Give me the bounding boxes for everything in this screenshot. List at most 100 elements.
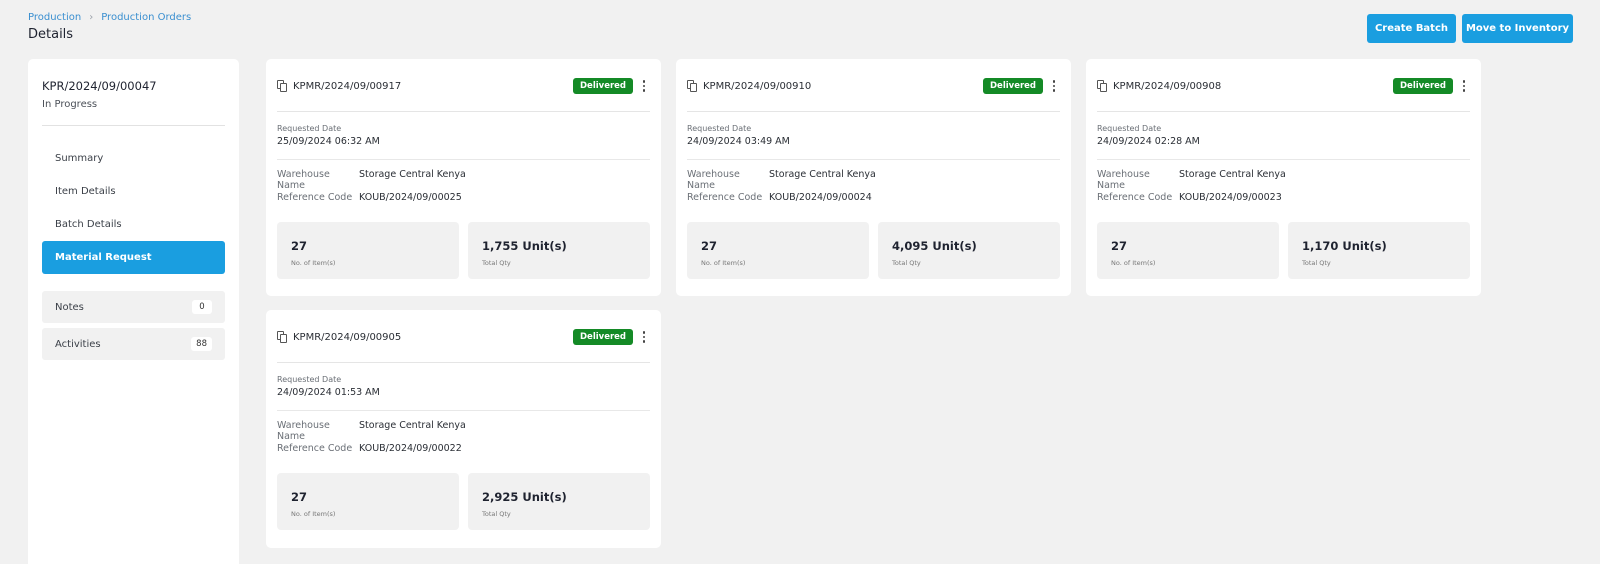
top-actions: Create Batch Move to Inventory [1367,14,1573,43]
breadcrumb: Production › Production Orders [28,12,191,23]
warehouse-value: Storage Central Kenya [1179,169,1286,180]
notes-label: Notes [55,301,84,313]
status-badge: Delivered [983,78,1043,94]
activities-count-badge: 88 [191,337,212,351]
request-code[interactable]: KPMR/2024/09/00908 [1113,81,1221,92]
sidebar-item-notes[interactable]: Notes 0 [42,291,225,323]
items-count-value: 27 [291,239,308,253]
requested-date-value: 24/09/2024 03:49 AM [687,136,790,147]
total-qty-label: Total Qty [892,259,921,267]
material-request-card: KPMR/2024/09/00905 Delivered Requested D… [266,310,661,548]
sidebar-item-summary[interactable]: Summary [42,142,225,175]
notes-count-badge: 0 [192,300,212,314]
reference-value: KOUB/2024/09/00022 [359,443,462,454]
divider [277,159,650,160]
reference-row: Reference Code KOUB/2024/09/00022 [277,443,462,454]
warehouse-row: Warehouse Name Storage Central Kenya [687,169,876,191]
breadcrumb-production[interactable]: Production [28,12,81,23]
items-count-tile: 27 No. of Item(s) [1097,222,1279,279]
divider [1097,111,1470,112]
chevron-right-icon: › [89,12,94,23]
sidebar-item-batch-details[interactable]: Batch Details [42,208,225,241]
items-count-label: No. of Item(s) [1111,259,1156,267]
items-count-tile: 27 No. of Item(s) [277,222,459,279]
warehouse-label: Warehouse Name [1097,169,1150,191]
total-qty-value: 1,170 Unit(s) [1302,239,1387,253]
warehouse-row: Warehouse Name Storage Central Kenya [277,420,466,442]
warehouse-label: Warehouse Name [687,169,740,191]
reference-label: Reference Code [1097,192,1173,203]
reference-label: Reference Code [277,192,353,203]
reference-value: KOUB/2024/09/00024 [769,192,872,203]
sidebar-divider [42,125,225,126]
requested-date-value: 24/09/2024 02:28 AM [1097,136,1200,147]
move-to-inventory-button[interactable]: Move to Inventory [1462,14,1573,43]
requested-date-label: Requested Date [687,124,752,133]
reference-label: Reference Code [277,443,353,454]
warehouse-value: Storage Central Kenya [359,420,466,431]
status-badge: Delivered [573,78,633,94]
request-code[interactable]: KPMR/2024/09/00917 [293,81,401,92]
warehouse-row: Warehouse Name Storage Central Kenya [277,169,466,191]
items-count-label: No. of Item(s) [291,510,336,518]
total-qty-tile: 1,755 Unit(s) Total Qty [468,222,650,279]
sidebar-extra: Notes 0 Activities 88 [42,291,225,360]
reference-row: Reference Code KOUB/2024/09/00023 [1097,192,1282,203]
items-count-tile: 27 No. of Item(s) [277,473,459,530]
sidebar-item-material-request[interactable]: Material Request [42,241,225,274]
material-request-card: KPMR/2024/09/00908 Delivered Requested D… [1086,59,1481,296]
items-count-value: 27 [1111,239,1128,253]
warehouse-label: Warehouse Name [277,420,330,442]
reference-value: KOUB/2024/09/00023 [1179,192,1282,203]
kebab-menu-icon[interactable] [1048,79,1060,93]
total-qty-label: Total Qty [1302,259,1331,267]
total-qty-label: Total Qty [482,510,511,518]
status-badge: Delivered [573,329,633,345]
divider [277,362,650,363]
requested-date-value: 24/09/2024 01:53 AM [277,387,380,398]
total-qty-tile: 2,925 Unit(s) Total Qty [468,473,650,530]
requested-date-label: Requested Date [277,375,342,384]
total-qty-tile: 1,170 Unit(s) Total Qty [1288,222,1470,279]
sidebar: KPR/2024/09/00047 In Progress Summary It… [28,59,239,564]
items-count-label: No. of Item(s) [291,259,336,267]
document-copy-icon [277,80,288,92]
page-title: Details [28,27,74,42]
sidebar-item-activities[interactable]: Activities 88 [42,328,225,360]
material-request-card: KPMR/2024/09/00917 Delivered Requested D… [266,59,661,296]
total-qty-value: 1,755 Unit(s) [482,239,567,253]
requested-date-label: Requested Date [277,124,342,133]
warehouse-label: Warehouse Name [277,169,330,191]
reference-row: Reference Code KOUB/2024/09/00024 [687,192,872,203]
items-count-label: No. of Item(s) [701,259,746,267]
document-copy-icon [1097,80,1108,92]
request-code[interactable]: KPMR/2024/09/00905 [293,332,401,343]
reference-row: Reference Code KOUB/2024/09/00025 [277,192,462,203]
total-qty-tile: 4,095 Unit(s) Total Qty [878,222,1060,279]
divider [277,410,650,411]
reference-value: KOUB/2024/09/00025 [359,192,462,203]
breadcrumb-production-orders[interactable]: Production Orders [101,12,191,23]
material-request-card: KPMR/2024/09/00910 Delivered Requested D… [676,59,1071,296]
divider [687,111,1060,112]
items-count-tile: 27 No. of Item(s) [687,222,869,279]
requested-date-label: Requested Date [1097,124,1162,133]
document-copy-icon [687,80,698,92]
kebab-menu-icon[interactable] [1458,79,1470,93]
kebab-menu-icon[interactable] [638,330,650,344]
request-code[interactable]: KPMR/2024/09/00910 [703,81,811,92]
status-badge: Delivered [1393,78,1453,94]
create-batch-button[interactable]: Create Batch [1367,14,1456,43]
sidebar-nav: Summary Item Details Batch Details Mater… [42,142,225,274]
sidebar-item-item-details[interactable]: Item Details [42,175,225,208]
document-copy-icon [277,331,288,343]
warehouse-value: Storage Central Kenya [769,169,876,180]
order-status: In Progress [42,99,98,110]
order-code: KPR/2024/09/00047 [42,79,157,93]
items-count-value: 27 [701,239,718,253]
divider [1097,159,1470,160]
kebab-menu-icon[interactable] [638,79,650,93]
total-qty-value: 2,925 Unit(s) [482,490,567,504]
divider [277,111,650,112]
requested-date-value: 25/09/2024 06:32 AM [277,136,380,147]
